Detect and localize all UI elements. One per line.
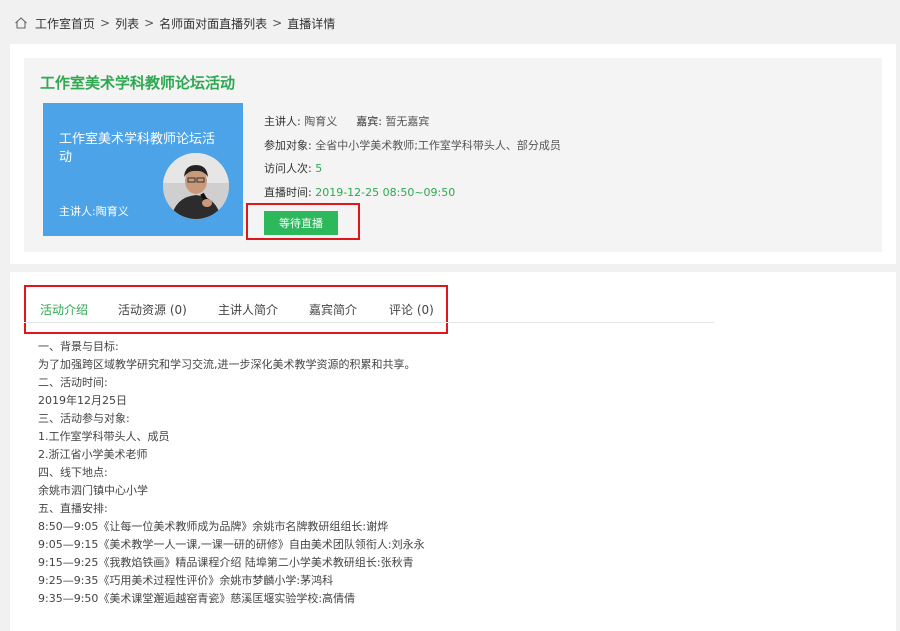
breadcrumb-separator: > [272,16,283,30]
audience-label: 参加对象: [264,139,312,152]
tab-activity-intro[interactable]: 活动介绍 [40,301,88,318]
wait-live-button[interactable]: 等待直播 [264,211,338,235]
breadcrumb-live-list[interactable]: 名师面对面直播列表 [159,15,267,32]
activity-intro-content: 一、背景与目标: 为了加强跨区域教学研究和学习交流,进一步深化美术教学资源的积累… [38,338,678,608]
live-time-row: 直播时间: 2019-12-25 08:50~09:50 [264,184,455,200]
visits-label: 访问人次: [264,162,312,175]
speaker-portrait [163,153,229,219]
content-line: 8:50—9:05《让每一位美术教师成为品牌》余姚市名牌教研组组长:谢烨 [38,520,389,533]
audience-row: 参加对象: 全省中小学美术教师;工作室学科带头人、部分成员 [264,137,561,153]
breadcrumb-separator: > [100,16,111,30]
breadcrumb-home[interactable]: 工作室首页 [35,15,95,32]
breadcrumb-separator: > [144,16,155,30]
live-time-value: 2019-12-25 08:50~09:50 [315,186,456,199]
visits-count: 5 [315,162,323,175]
content-line: 9:05—9:15《美术教学一人一课,一课一研的研修》自由美术团队领衔人:刘永永 [38,538,425,551]
activity-cover-image[interactable]: 工作室美术学科教师论坛活动 主讲人:陶育义 [43,103,243,236]
breadcrumb-list[interactable]: 列表 [115,15,139,32]
content-line: 余姚市泗门镇中心小学 [38,484,148,497]
tab-activity-resources[interactable]: 活动资源 (0) [118,301,187,318]
content-line: 9:35—9:50《美术课堂邂逅越窑青瓷》慈溪匡堰实验学校:高倩倩 [38,592,356,605]
breadcrumb: 工作室首页 > 列表 > 名师面对面直播列表 > 直播详情 [14,14,335,32]
visits-row: 访问人次: 5 [264,160,322,176]
content-line: 1.工作室学科带头人、成员 [38,430,170,443]
content-line: 2019年12月25日 [38,394,127,407]
home-icon[interactable] [14,16,28,30]
guest-label: 嘉宾: [356,115,382,128]
content-line: 9:15—9:25《我教焰铁画》精品课程介绍 陆埠第二小学美术教研组长:张秋青 [38,556,414,569]
breadcrumb-current: 直播详情 [287,16,336,31]
audience-value: 全省中小学美术教师;工作室学科带头人、部分成员 [315,139,561,152]
content-line: 为了加强跨区域教学研究和学习交流,进一步深化美术教学资源的积累和共享。 [38,358,416,371]
tabs-divider [24,322,714,323]
tab-speaker-intro[interactable]: 主讲人简介 [218,301,278,318]
host-row: 主讲人: 陶育义 嘉宾: 暂无嘉宾 [264,113,429,129]
content-line: 二、活动时间: [38,376,108,389]
activity-title: 工作室美术学科教师论坛活动 [40,74,236,92]
content-line: 9:25—9:35《巧用美术过程性评价》余姚市梦麟小学:茅鸿科 [38,574,334,587]
live-time-label: 直播时间: [264,186,312,199]
tab-guest-intro[interactable]: 嘉宾简介 [309,301,357,318]
content-line: 2.浙江省小学美术老师 [38,448,148,461]
host-name: 陶育义 [304,115,338,128]
content-line: 四、线下地点: [38,466,108,479]
host-label: 主讲人: [264,115,301,128]
content-line: 三、活动参与对象: [38,412,130,425]
content-line: 一、背景与目标: [38,340,119,353]
cover-speaker: 主讲人:陶育义 [59,205,129,218]
tab-comments[interactable]: 评论 (0) [389,301,434,318]
content-line: 五、直播安排: [38,502,108,515]
guest-name: 暂无嘉宾 [385,115,430,128]
